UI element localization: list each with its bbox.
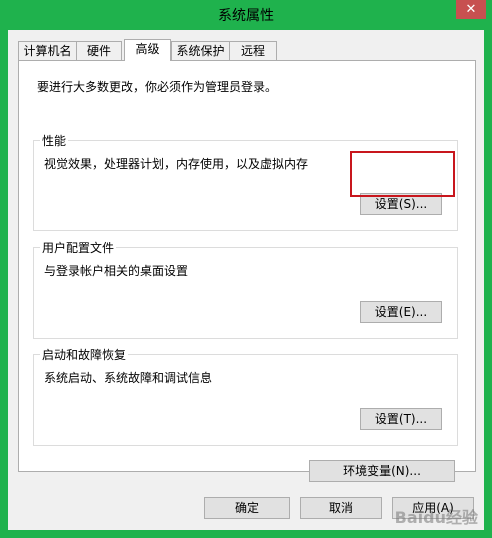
cancel-button[interactable]: 取消 [300, 497, 382, 519]
user-profiles-description: 与登录帐户相关的桌面设置 [44, 264, 189, 278]
title-bar[interactable]: 系统属性 ✕ [0, 0, 492, 28]
close-icon: ✕ [465, 2, 477, 17]
performance-description: 视觉效果，处理器计划，内存使用，以及虚拟内存 [44, 157, 309, 171]
system-properties-window: 系统属性 ✕ 计算机名 硬件 高级 系统保护 远程 要进行大多数更改，你必须作为… [0, 0, 492, 538]
startup-recovery-settings-button[interactable]: 设置(T)... [360, 408, 442, 430]
tab-system-protection[interactable]: 系统保护 [171, 41, 230, 61]
tab-advanced[interactable]: 高级 [124, 39, 171, 61]
highlight-box [350, 151, 455, 197]
tab-hardware[interactable]: 硬件 [76, 41, 122, 61]
startup-recovery-description: 系统启动、系统故障和调试信息 [44, 371, 213, 385]
window-title: 系统属性 [218, 8, 274, 24]
user-profiles-settings-button[interactable]: 设置(E)... [360, 301, 442, 323]
dialog-client-area: 计算机名 硬件 高级 系统保护 远程 要进行大多数更改，你必须作为管理员登录。 … [8, 30, 484, 530]
close-button[interactable]: ✕ [456, 0, 486, 19]
startup-recovery-group-title: 启动和故障恢复 [40, 346, 129, 363]
user-profiles-group-title: 用户配置文件 [40, 239, 117, 256]
admin-note: 要进行大多数更改，你必须作为管理员登录。 [37, 80, 278, 94]
advanced-tab-panel: 要进行大多数更改，你必须作为管理员登录。 性能 视觉效果，处理器计划，内存使用，… [18, 60, 476, 482]
tab-computer-name[interactable]: 计算机名 [18, 41, 77, 61]
baidu-watermark: Baidu经验 [394, 508, 478, 527]
user-profiles-group: 用户配置文件 与登录帐户相关的桌面设置 设置(E)... [33, 239, 458, 339]
startup-recovery-group: 启动和故障恢复 系统启动、系统故障和调试信息 设置(T)... [33, 346, 458, 446]
tab-remote[interactable]: 远程 [229, 41, 277, 61]
performance-group-title: 性能 [40, 132, 69, 149]
ok-button[interactable]: 确定 [204, 497, 290, 519]
